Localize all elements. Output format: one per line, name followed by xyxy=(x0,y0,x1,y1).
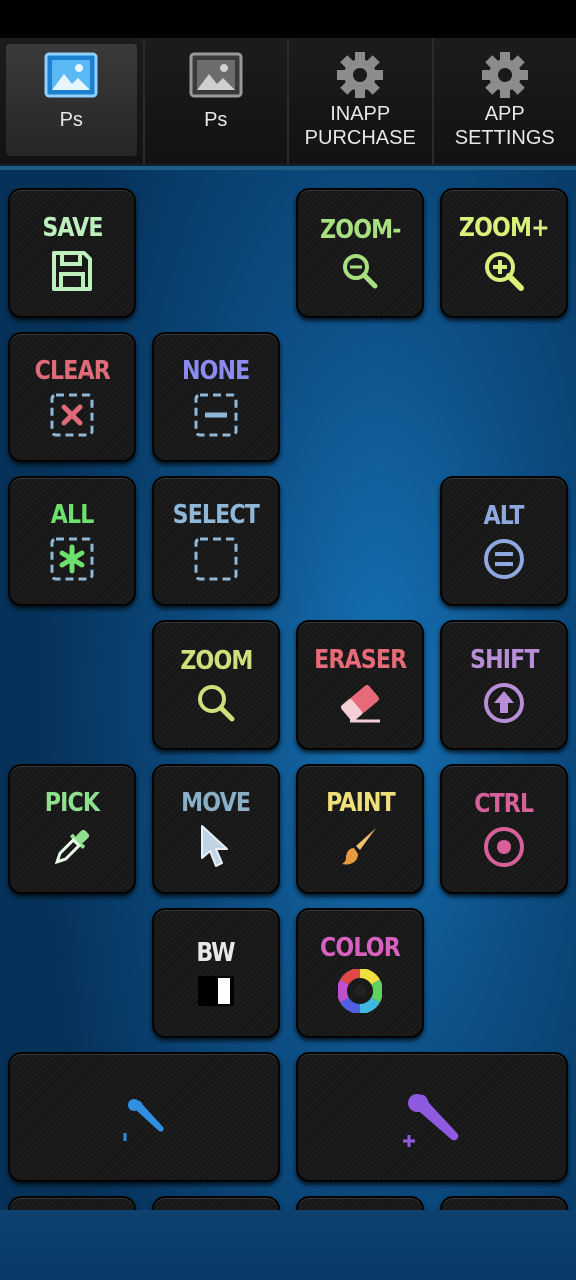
partial-button-4[interactable] xyxy=(440,1196,568,1210)
tab-label: APP SETTINGS xyxy=(454,103,555,149)
gear-icon xyxy=(478,50,532,100)
deselect-icon xyxy=(194,393,238,437)
button-panel: SAVE ZOOM- ZOOM+ CLEAR NONE ALL SELECT A… xyxy=(0,170,576,1210)
paint-button[interactable]: PAINT xyxy=(296,764,424,894)
ctrl-key-icon xyxy=(484,827,524,867)
status-bar xyxy=(0,0,576,38)
zoom-out-button[interactable]: ZOOM- xyxy=(296,188,424,318)
partial-button-1[interactable] xyxy=(8,1196,136,1210)
move-button[interactable]: MOVE xyxy=(152,764,280,894)
clear-button[interactable]: CLEAR xyxy=(8,332,136,462)
tab-inapp-purchase[interactable]: INAPP PURCHASE xyxy=(289,38,434,164)
zoom-in-icon xyxy=(485,252,524,291)
eraser-button[interactable]: ERASER xyxy=(296,620,424,750)
partial-button-3[interactable] xyxy=(296,1196,424,1210)
alt-key-icon xyxy=(484,539,524,579)
image-icon xyxy=(189,50,243,100)
cursor-arrow-icon xyxy=(201,825,228,867)
black-white-icon xyxy=(198,976,234,1006)
shift-key-icon xyxy=(484,683,524,723)
marquee-select-icon xyxy=(194,537,238,581)
select-button[interactable]: SELECT xyxy=(152,476,280,606)
color-button[interactable]: COLOR xyxy=(296,908,424,1038)
floppy-disk-icon xyxy=(52,251,92,291)
brush-size-decrease-icon xyxy=(123,1099,164,1141)
tab-label: Ps xyxy=(59,109,83,131)
tab-label: Ps xyxy=(204,109,228,131)
magnifier-icon xyxy=(198,685,235,722)
select-all-button[interactable]: ALL xyxy=(8,476,136,606)
pick-button[interactable]: PICK xyxy=(8,764,136,894)
select-all-icon xyxy=(50,537,94,581)
zoom-in-button[interactable]: ZOOM+ xyxy=(440,188,568,318)
zoom-out-icon xyxy=(343,254,378,289)
tab-app-settings[interactable]: APP SETTINGS xyxy=(434,38,576,164)
paintbrush-icon xyxy=(342,828,376,865)
tab-ps-2[interactable]: Ps xyxy=(145,38,289,164)
brush-size-decrease-button[interactable] xyxy=(8,1052,280,1182)
bw-button[interactable]: BW xyxy=(152,908,280,1038)
eraser-icon xyxy=(341,684,380,723)
brush-size-increase-button[interactable] xyxy=(296,1052,568,1182)
color-wheel-icon xyxy=(338,969,382,1013)
image-icon xyxy=(44,50,98,100)
clear-selection-icon xyxy=(50,393,94,437)
ctrl-button[interactable]: CTRL xyxy=(440,764,568,894)
save-button[interactable]: SAVE xyxy=(8,188,136,318)
tab-bar: Ps Ps INAPP PURCHASE APP SETTINGS xyxy=(0,38,576,164)
eyedropper-icon xyxy=(54,829,90,865)
zoom-button[interactable]: ZOOM xyxy=(152,620,280,750)
alt-button[interactable]: ALT xyxy=(440,476,568,606)
brush-size-increase-icon xyxy=(403,1094,459,1147)
tab-label: INAPP PURCHASE xyxy=(304,103,416,149)
bottom-bar xyxy=(0,1210,576,1280)
gear-icon xyxy=(333,50,387,100)
shift-button[interactable]: SHIFT xyxy=(440,620,568,750)
none-button[interactable]: NONE xyxy=(152,332,280,462)
tab-ps-1[interactable]: Ps xyxy=(0,38,145,164)
partial-button-2[interactable] xyxy=(152,1196,280,1210)
